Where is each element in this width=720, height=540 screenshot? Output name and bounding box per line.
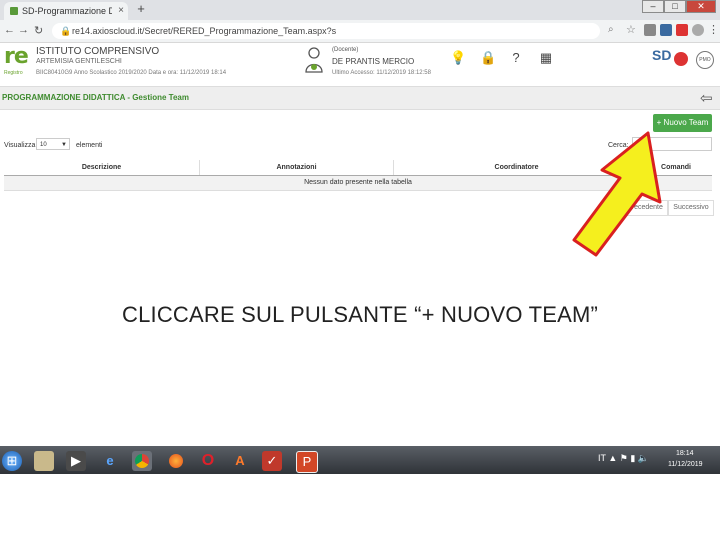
app-a-icon[interactable]: A [230,451,250,471]
volume-icon[interactable]: 🔈 [638,453,649,463]
help-icon[interactable]: ? [508,50,524,68]
app-logo: re [4,44,29,69]
page-title-bar: PROGRAMMAZIONE DIDATTICA - Gestione Team… [0,86,720,110]
app-red-icon[interactable]: ✓ [262,451,282,471]
school-subname: ARTEMISIA GENTILESCHI [36,58,122,65]
user-name: DE PRANTIS MERCIO [332,57,415,66]
language-indicator[interactable]: IT [598,453,606,463]
lock-icon[interactable]: 🔒 [480,50,496,68]
extension-icon[interactable] [660,24,672,36]
back-icon[interactable]: ⇦ [700,89,713,107]
system-tray[interactable]: IT ▲ ⚑ ▮ 🔈 [598,453,649,464]
bookmark-star-icon[interactable]: ☆ [626,23,636,36]
extension-icon[interactable] [644,24,656,36]
up-arrow-icon[interactable]: ▲ [608,453,619,463]
user-avatar-icon [305,47,323,73]
extension-icon[interactable] [676,24,688,36]
page-size-value: 10 [40,142,47,148]
tab-title: SD-Programmazione Didattica - [22,6,112,16]
column-header-annotazioni[interactable]: Annotazioni [200,160,394,175]
clock-date[interactable]: 11/12/2019 [668,461,703,468]
search-page-icon[interactable]: ⌕ [608,24,614,35]
battery-icon[interactable]: ▮ [630,453,637,463]
maximize-button[interactable]: □ [664,0,686,13]
page-title: PROGRAMMAZIONE DIDATTICA - Gestione Team [2,93,189,102]
lock-icon: 🔒 [60,26,72,36]
file-explorer-icon[interactable] [34,451,54,471]
chrome-icon[interactable] [132,451,152,471]
new-tab-button[interactable]: + [134,2,148,16]
page-size-select[interactable]: 10 ▼ [36,138,70,150]
back-arrow-icon[interactable]: ← [4,24,15,36]
pointer-arrow-annotation [572,131,662,257]
elements-label: elementi [76,142,103,149]
minimize-button[interactable]: – [642,0,664,13]
opera-icon[interactable]: O [198,451,218,471]
user-role: (Docente) [332,47,359,53]
last-access: Ultimo Accesso: 11/12/2019 18:12:58 [332,70,431,76]
start-button[interactable]: ⊞ [2,451,22,471]
profile-icon[interactable] [692,24,704,36]
media-player-icon[interactable]: ▶ [66,451,86,471]
menu-icon[interactable]: ⋮ [708,23,719,36]
pmo-icon[interactable]: PMO [696,51,714,69]
apps-icon[interactable]: ▦ [538,50,554,68]
clock-time[interactable]: 18:14 [676,450,694,457]
app-logo-subtitle: Registro [4,70,23,76]
column-header-descrizione[interactable]: Descrizione [4,160,200,175]
school-meta: BIIC80410G9 Anno Scolastico 2019/2020 Da… [36,70,227,76]
browser-tab[interactable]: SD-Programmazione Didattica - × [4,2,128,20]
sd-logo[interactable]: SD [652,47,671,63]
window-close-button[interactable]: ✕ [686,0,716,13]
next-page-button[interactable]: Successivo [668,200,714,216]
tab-close-icon[interactable]: × [118,2,124,20]
red-badge-icon[interactable] [674,52,688,66]
instruction-caption: CLICCARE SUL PULSANTE “+ NUOVO TEAM” [121,302,599,327]
reload-icon[interactable]: ↻ [34,24,43,37]
flag-icon[interactable]: ⚑ [620,453,631,463]
school-name: ISTITUTO COMPRENSIVO [36,46,160,57]
forward-arrow-icon[interactable]: → [18,24,29,36]
lightbulb-icon[interactable]: 💡 [450,50,466,68]
firefox-icon[interactable] [166,451,186,471]
powerpoint-icon[interactable]: P [296,451,318,473]
internet-explorer-icon[interactable]: e [100,451,120,471]
chevron-down-icon: ▼ [61,142,67,148]
favicon-icon [10,7,18,15]
url-text[interactable]: re14.axioscloud.it/Secret/RERED_Programm… [72,26,336,36]
page-size-label: Visualizza [4,142,36,149]
